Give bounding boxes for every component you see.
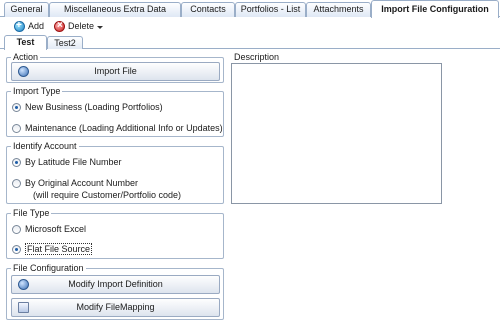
file-type-group: File Type Microsoft Excel Flat File Sour…	[6, 208, 224, 259]
radio-label: Flat File Source	[25, 243, 93, 255]
radio-new-business[interactable]: New Business (Loading Portfolios)	[12, 102, 163, 112]
modify-file-mapping-label: Modify FileMapping	[76, 302, 155, 312]
radio-button[interactable]	[12, 157, 21, 167]
tab-portfolios-list[interactable]: Portfolios - List	[235, 2, 306, 17]
file-configuration-title: File Configuration	[11, 263, 86, 273]
modify-import-definition-button[interactable]: Modify Import Definition	[11, 275, 220, 294]
radio-maintenance[interactable]: Maintenance (Loading Additional Info or …	[12, 123, 223, 133]
delete-icon	[54, 19, 65, 33]
radio-label: Microsoft Excel	[25, 224, 87, 234]
identify-account-title: Identify Account	[11, 141, 79, 151]
radio-button[interactable]	[12, 123, 21, 133]
import-type-title: Import Type	[11, 86, 63, 96]
tab-miscellaneous-extra-data[interactable]: Miscellaneous Extra Data	[49, 2, 181, 17]
radio-button[interactable]	[12, 244, 21, 254]
chevron-down-icon[interactable]	[97, 25, 104, 29]
tab-contacts[interactable]: Contacts	[181, 2, 235, 17]
tab-test[interactable]: Test	[4, 35, 47, 50]
radio-original-account-number[interactable]: By Original Account Number	[12, 178, 138, 188]
add-button[interactable]: Add	[14, 19, 44, 33]
tab-import-file-configuration[interactable]: Import File Configuration	[371, 0, 499, 18]
tab-general[interactable]: General	[4, 2, 49, 17]
action-group: Action Import File	[6, 52, 224, 83]
radio-label: By Original Account Number	[25, 178, 139, 188]
radio-label: Maintenance (Loading Additional Info or …	[25, 123, 223, 133]
tab-test2[interactable]: Test2	[47, 36, 83, 49]
action-group-title: Action	[11, 52, 41, 62]
toolbar: Add Delete	[0, 17, 500, 35]
radio-latitude-file-number[interactable]: By Latitude File Number	[12, 157, 122, 167]
import-icon	[18, 66, 29, 77]
radio-button[interactable]	[12, 178, 21, 188]
radio-label: New Business (Loading Portfolios)	[25, 102, 163, 112]
top-tab-strip: General Miscellaneous Extra Data Contact…	[0, 0, 500, 18]
description-field[interactable]	[231, 63, 442, 204]
info-icon	[18, 279, 29, 290]
import-type-group: Import Type New Business (Loading Portfo…	[6, 86, 224, 137]
account-number-note: (will require Customer/Portfolio code)	[33, 190, 182, 200]
radio-microsoft-excel[interactable]: Microsoft Excel	[12, 224, 86, 234]
radio-button[interactable]	[12, 224, 21, 234]
add-icon	[14, 19, 25, 33]
sub-tab-strip: Test Test2	[0, 35, 500, 50]
modify-import-definition-label: Modify Import Definition	[68, 279, 163, 289]
delete-button[interactable]: Delete	[54, 19, 104, 33]
mapping-icon	[18, 302, 29, 313]
file-type-title: File Type	[11, 208, 52, 218]
delete-label: Delete	[68, 21, 95, 31]
radio-label: By Latitude File Number	[25, 157, 122, 167]
import-file-label: Import File	[94, 66, 137, 76]
add-label: Add	[28, 21, 45, 31]
modify-file-mapping-button[interactable]: Modify FileMapping	[11, 298, 220, 317]
tab-attachments[interactable]: Attachments	[306, 2, 371, 17]
radio-flat-file-source[interactable]: Flat File Source	[12, 243, 93, 255]
identify-account-group: Identify Account By Latitude File Number…	[6, 141, 224, 204]
description-label: Description	[234, 52, 280, 62]
radio-button[interactable]	[12, 102, 21, 112]
file-configuration-group: File Configuration Modify Import Definit…	[6, 263, 224, 320]
import-file-button[interactable]: Import File	[11, 62, 220, 81]
